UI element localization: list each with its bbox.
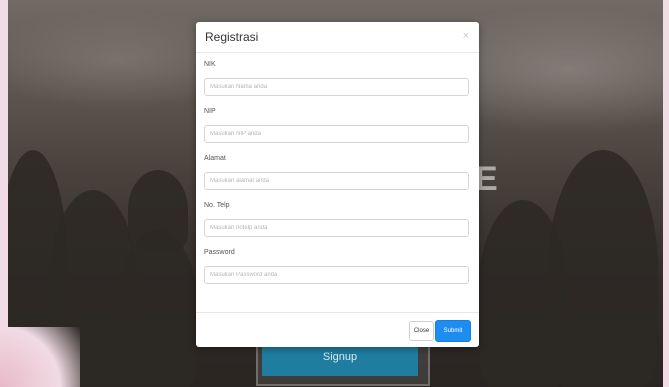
modal-footer: Close Submit bbox=[196, 312, 479, 347]
nip-input[interactable] bbox=[204, 125, 469, 143]
right-border bbox=[663, 0, 669, 387]
background-tree bbox=[118, 230, 198, 387]
field-password: Password bbox=[204, 242, 471, 289]
nik-input[interactable] bbox=[204, 78, 469, 96]
background-tree bbox=[478, 200, 568, 387]
field-label: NIK bbox=[204, 61, 216, 68]
background-tree bbox=[128, 170, 188, 250]
modal-header: Registrasi × bbox=[196, 22, 479, 53]
background-tree bbox=[548, 150, 658, 387]
submit-button[interactable]: Submit bbox=[435, 320, 471, 342]
field-label: Alamat bbox=[204, 155, 226, 162]
modal-title: Registrasi bbox=[205, 30, 259, 44]
password-input[interactable] bbox=[204, 266, 469, 284]
alamat-input[interactable] bbox=[204, 172, 469, 190]
registration-modal: Registrasi × NIK NIP Alamat No. Telp Pas… bbox=[196, 22, 479, 347]
modal-body: NIK NIP Alamat No. Telp Password bbox=[204, 54, 471, 289]
corner-decoration bbox=[0, 327, 80, 387]
field-label: Password bbox=[204, 249, 235, 256]
field-alamat: Alamat bbox=[204, 148, 471, 195]
close-button[interactable]: Close bbox=[409, 321, 434, 341]
field-nik: NIK bbox=[204, 54, 471, 101]
close-icon[interactable]: × bbox=[463, 30, 469, 42]
field-label: No. Telp bbox=[204, 202, 230, 209]
field-label: NIP bbox=[204, 108, 216, 115]
field-notelp: No. Telp bbox=[204, 195, 471, 242]
field-nip: NIP bbox=[204, 101, 471, 148]
notelp-input[interactable] bbox=[204, 219, 469, 237]
